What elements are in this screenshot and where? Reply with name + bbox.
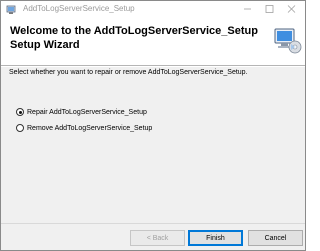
radio-selected-dot xyxy=(18,110,22,114)
remove-option-label[interactable]: Remove AddToLogServerService_Setup xyxy=(27,125,152,132)
maximize-icon[interactable] xyxy=(263,3,276,15)
repair-radio[interactable] xyxy=(16,108,24,116)
title-bar[interactable]: AddToLogServerService_Setup xyxy=(1,1,305,18)
finish-button[interactable]: Finish xyxy=(188,230,243,246)
wizard-title: Welcome to the AddToLogServerService_Set… xyxy=(10,25,258,51)
cancel-button[interactable]: Cancel xyxy=(248,230,303,246)
repair-option[interactable]: Repair AddToLogServerService_Setup xyxy=(16,107,147,117)
setup-wizard-window: AddToLogServerService_Setup Welcome to t… xyxy=(0,0,306,251)
installer-app-icon xyxy=(6,5,16,14)
wizard-description: Select whether you want to repair or rem… xyxy=(9,69,248,76)
remove-radio[interactable] xyxy=(16,124,24,132)
window-title: AddToLogServerService_Setup xyxy=(23,4,135,13)
remove-option[interactable]: Remove AddToLogServerService_Setup xyxy=(16,123,152,133)
footer-divider xyxy=(1,223,305,224)
repair-option-label[interactable]: Repair AddToLogServerService_Setup xyxy=(27,109,147,116)
wizard-header: Welcome to the AddToLogServerService_Set… xyxy=(1,18,305,65)
close-icon[interactable] xyxy=(285,3,298,15)
back-button[interactable]: < Back xyxy=(130,230,185,246)
minimize-icon[interactable] xyxy=(241,3,254,15)
header-divider-highlight xyxy=(1,66,305,67)
installer-computer-icon xyxy=(274,28,302,54)
